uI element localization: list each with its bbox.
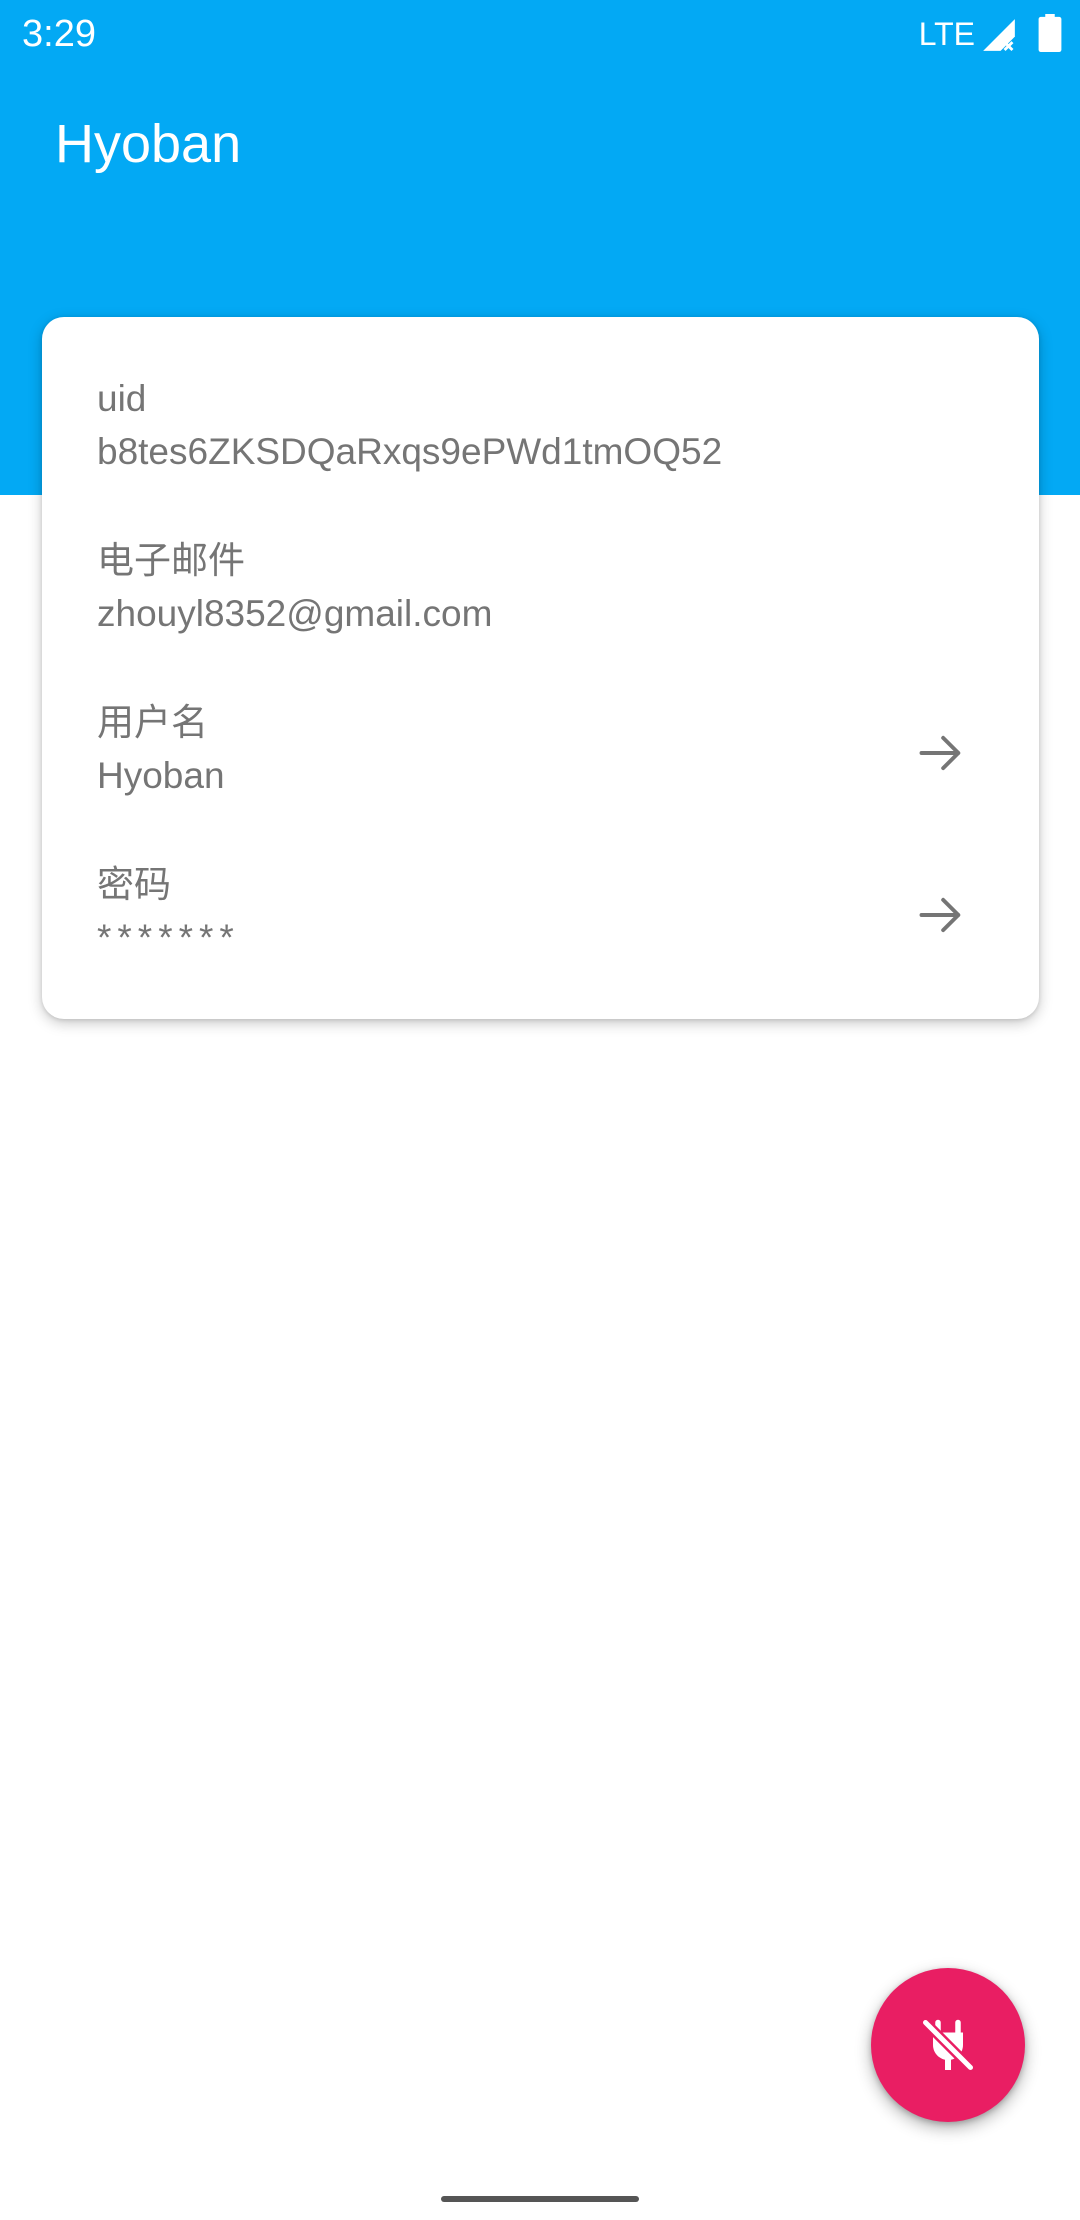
password-label: 密码 <box>97 864 171 905</box>
status-bar: 3:29 LTE <box>0 0 1080 66</box>
power-off-plug-icon <box>920 2017 976 2073</box>
password-row[interactable]: 密码 ******* <box>42 803 1039 965</box>
uid-row: uid b8tes6ZKSDQaRxqs9ePWd1tmOQ52 <box>42 317 1039 479</box>
uid-label: uid <box>97 378 147 419</box>
arrow-right-icon[interactable] <box>915 727 967 779</box>
username-label: 用户名 <box>97 702 208 743</box>
email-value: zhouyl8352@gmail.com <box>97 593 493 634</box>
email-label: 电子邮件 <box>97 540 245 581</box>
account-card: uid b8tes6ZKSDQaRxqs9ePWd1tmOQ52 电子邮件 zh… <box>42 317 1039 1019</box>
username-value: Hyoban <box>97 755 225 796</box>
arrow-right-icon[interactable] <box>915 889 967 941</box>
email-row: 电子邮件 zhouyl8352@gmail.com <box>42 479 1039 641</box>
status-time: 3:29 <box>22 13 96 55</box>
uid-value: b8tes6ZKSDQaRxqs9ePWd1tmOQ52 <box>97 431 723 472</box>
password-value: ******* <box>97 917 240 958</box>
app-bar-title: Hyoban <box>55 114 242 174</box>
logout-fab[interactable] <box>871 1968 1025 2122</box>
battery-icon <box>1038 14 1062 52</box>
signal-icon <box>983 19 1015 52</box>
gesture-nav-handle[interactable] <box>441 2196 639 2202</box>
username-row[interactable]: 用户名 Hyoban <box>42 641 1039 803</box>
network-type: LTE <box>918 16 975 52</box>
